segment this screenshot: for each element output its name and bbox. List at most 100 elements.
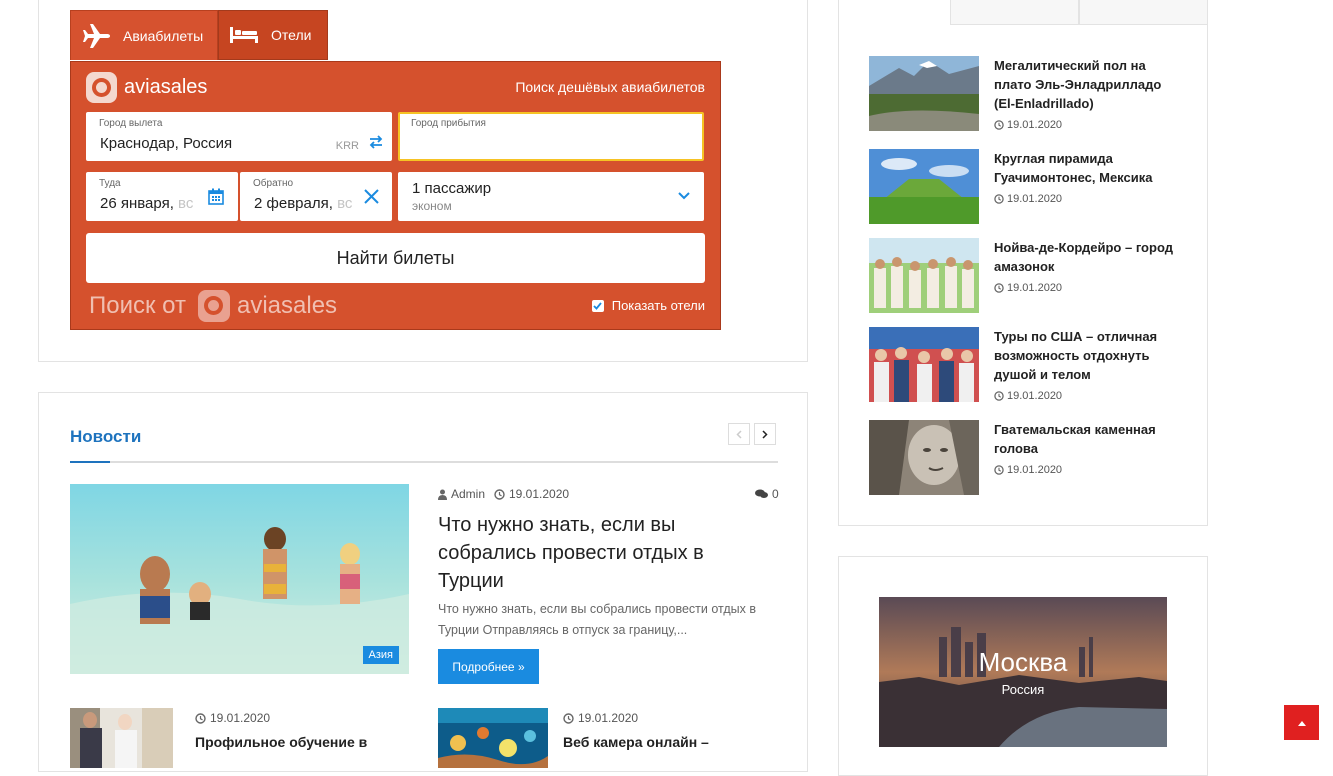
sidebar-posts-panel: Мегалитический пол на плато Эль-Энладрил… xyxy=(838,0,1208,526)
sidebar-post-date-text: 19.01.2020 xyxy=(1007,193,1063,205)
category-badge[interactable]: Азия xyxy=(362,646,399,664)
next-button[interactable] xyxy=(754,423,776,445)
sidebar-post-date: 19.01.2020 xyxy=(994,390,1062,402)
destination-label: Город прибытия xyxy=(411,118,486,129)
sidebar-post-title[interactable]: Гватемальская каменная голова xyxy=(994,420,1174,458)
comments-count: 0 xyxy=(772,487,779,501)
aviasales-widget: aviasales Поиск дешёвых авиабилетов Горо… xyxy=(70,61,721,330)
bed-icon xyxy=(230,27,258,43)
sidebar-post-thumb[interactable] xyxy=(869,149,979,224)
sidebar-post-thumb[interactable] xyxy=(869,327,979,402)
depart-label: Туда xyxy=(99,178,121,189)
destination-field[interactable]: Город прибытия xyxy=(398,112,704,161)
news-panel: Новости Азия Admin 19.01.2020 0 Что нужн… xyxy=(38,392,808,772)
news-date-2: 19.01.2020 xyxy=(563,711,638,725)
powered-by[interactable]: Поиск от aviasales xyxy=(89,290,337,322)
chevron-right-icon xyxy=(762,429,768,439)
tab-hotels[interactable]: Отели xyxy=(218,10,328,60)
sidebar-post-date: 19.01.2020 xyxy=(994,119,1062,131)
main-date: 19.01.2020 xyxy=(509,487,570,501)
comments-meta[interactable]: 0 xyxy=(755,487,779,501)
clock-icon xyxy=(494,488,505,500)
sidebar-post-title[interactable]: Нойва-де-Кордейро – город амазонок xyxy=(994,238,1174,276)
sidebar-tab-2[interactable] xyxy=(1079,0,1208,25)
news-title: Новости xyxy=(70,427,142,446)
news-date-1-text: 19.01.2020 xyxy=(210,711,271,725)
powered-prefix: Поиск от xyxy=(89,292,186,319)
tab-hotels-label: Отели xyxy=(271,27,312,43)
author-meta[interactable]: Admin xyxy=(438,487,485,501)
chevron-left-icon xyxy=(736,429,742,439)
find-tickets-button[interactable]: Найти билеты xyxy=(86,233,705,283)
sidebar-post-title[interactable]: Туры по США – отличная возможность отдох… xyxy=(994,327,1174,384)
clock-icon xyxy=(994,391,1004,401)
tab-flights[interactable]: Авиабилеты xyxy=(70,10,218,60)
checkbox-icon[interactable] xyxy=(591,299,604,312)
prev-button[interactable] xyxy=(728,423,750,445)
sidebar-tab-1[interactable] xyxy=(950,0,1079,25)
passengers-value: 1 пассажир xyxy=(412,180,492,197)
author-name: Admin xyxy=(451,487,486,501)
class-value: эконом xyxy=(412,199,452,213)
city-panel: Москва Россия xyxy=(838,556,1208,776)
show-hotels-checkbox[interactable]: Показать отели xyxy=(591,298,705,313)
sidebar-post-thumb[interactable] xyxy=(869,420,979,495)
return-date-field[interactable]: Обратно 2 февраля, вс xyxy=(240,172,392,221)
chevron-down-icon[interactable] xyxy=(678,192,690,200)
main-headline[interactable]: Что нужно знать, если вы собрались прове… xyxy=(438,511,758,595)
comments-icon xyxy=(755,489,768,498)
close-icon[interactable] xyxy=(363,188,380,205)
sidebar-post-date-text: 19.01.2020 xyxy=(1007,464,1063,476)
clock-icon xyxy=(994,465,1004,475)
calendar-icon[interactable] xyxy=(208,188,224,205)
aviasales-logo-icon xyxy=(197,290,230,322)
sidebar-post-thumb[interactable] xyxy=(869,56,979,131)
origin-iata: KRR xyxy=(335,140,359,152)
main-excerpt: Что нужно знать, если вы собрались прове… xyxy=(438,602,756,637)
widget-tabs: Авиабилеты Отели xyxy=(70,10,328,62)
return-label: Обратно xyxy=(253,178,294,189)
sidebar-post-date: 19.01.2020 xyxy=(994,464,1062,476)
city-image[interactable]: Москва Россия xyxy=(879,597,1167,747)
tab-flights-label: Авиабилеты xyxy=(123,27,204,44)
read-more-button[interactable]: Подробнее » xyxy=(438,649,539,684)
sidebar-post-date-text: 19.01.2020 xyxy=(1007,390,1063,402)
powered-brand: aviasales xyxy=(236,292,338,319)
city-name: Москва xyxy=(978,647,1068,677)
brand-name: aviasales xyxy=(124,76,208,98)
sidebar-post-thumb[interactable] xyxy=(869,238,979,313)
news-thumb-1[interactable] xyxy=(70,708,173,768)
news-title-1[interactable]: Профильное обучение в xyxy=(195,734,367,750)
sidebar-post-title[interactable]: Круглая пирамида Гуачимонтонес, Мексика xyxy=(994,149,1174,187)
scroll-to-top-button[interactable] xyxy=(1284,705,1319,740)
news-divider xyxy=(70,461,778,463)
sidebar-post-title[interactable]: Мегалитический пол на плато Эль-Энладрил… xyxy=(994,56,1174,113)
swap-icon[interactable] xyxy=(368,134,384,150)
clock-icon xyxy=(994,194,1004,204)
airplane-icon xyxy=(83,23,110,48)
sidebar-post-date: 19.01.2020 xyxy=(994,193,1062,205)
main-news-image[interactable]: Азия xyxy=(70,484,409,674)
news-date-1: 19.01.2020 xyxy=(195,711,270,725)
city-country: Россия xyxy=(1001,682,1045,697)
passengers-field[interactable]: 1 пассажир эконом xyxy=(398,172,704,221)
sidebar-post-date-text: 19.01.2020 xyxy=(1007,119,1063,131)
news-title-2[interactable]: Веб камера онлайн – xyxy=(563,734,709,750)
depart-value: 26 января, вс xyxy=(100,195,194,212)
depart-date-field[interactable]: Туда 26 января, вс xyxy=(86,172,238,221)
user-icon xyxy=(438,489,447,500)
news-date-2-text: 19.01.2020 xyxy=(578,711,639,725)
origin-label: Город вылета xyxy=(99,118,163,129)
origin-value: Краснодар, Россия xyxy=(100,135,233,152)
chevron-up-icon xyxy=(1297,720,1306,726)
news-thumb-2[interactable] xyxy=(438,708,548,768)
widget-tagline: Поиск дешёвых авиабилетов xyxy=(515,79,705,95)
clock-icon xyxy=(195,712,206,724)
show-hotels-label: Показать отели xyxy=(611,298,705,313)
clock-icon xyxy=(994,120,1004,130)
flight-search-panel: Авиабилеты Отели aviasales Поиск дешёвых… xyxy=(38,0,808,362)
sidebar-tabs xyxy=(950,0,1208,25)
return-value: 2 февраля, вс xyxy=(254,195,353,212)
origin-field[interactable]: Город вылета Краснодар, Россия KRR xyxy=(86,112,392,161)
aviasales-logo-icon xyxy=(86,72,117,103)
